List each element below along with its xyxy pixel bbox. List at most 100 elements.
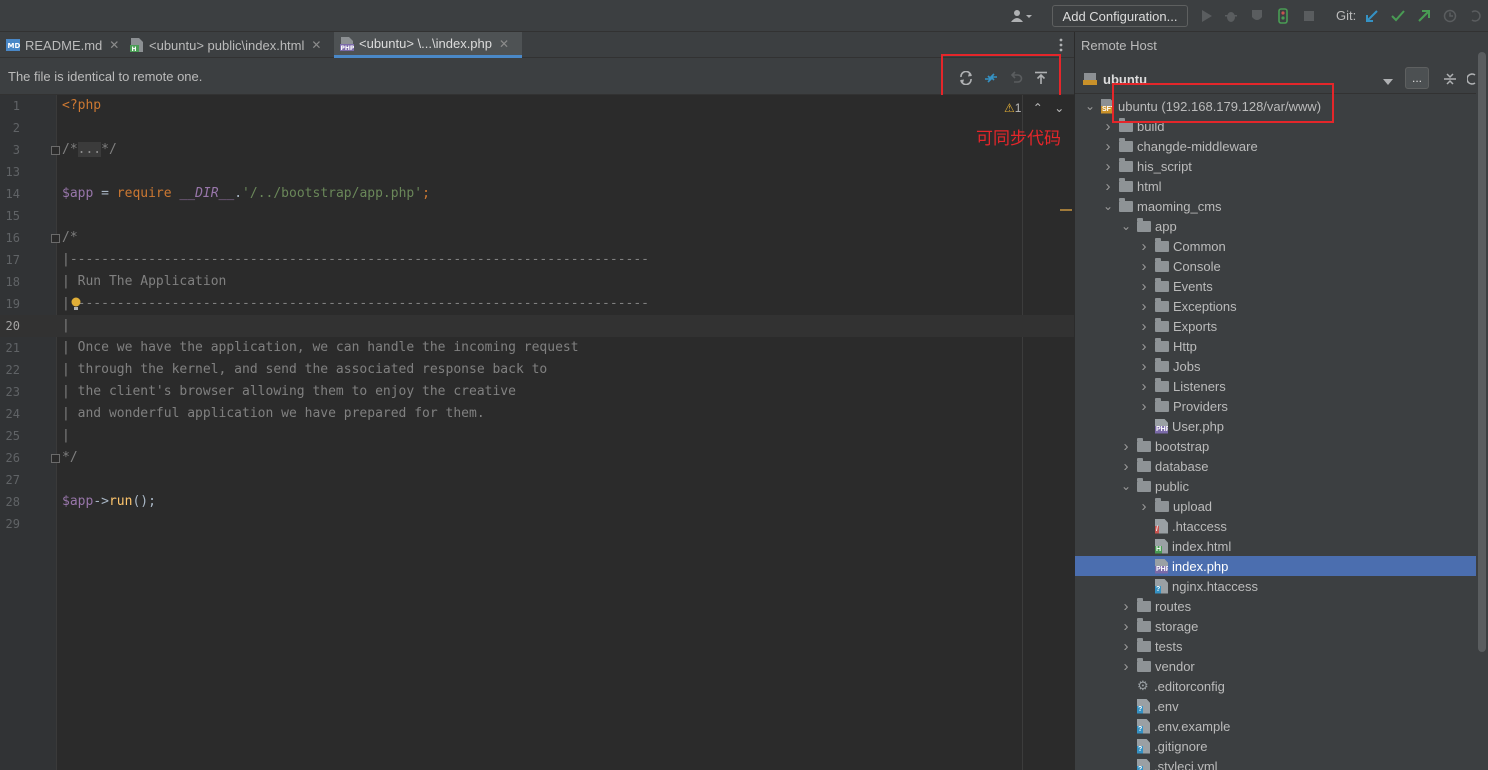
php-file-icon: PHP — [1155, 418, 1168, 434]
tree-file-row[interactable]: ? nginx.htaccess — [1075, 576, 1477, 596]
tree-folder-row[interactable]: › routes — [1075, 596, 1477, 616]
lightbulb-icon[interactable] — [70, 297, 82, 314]
tree-folder-row[interactable]: › storage — [1075, 616, 1477, 636]
coverage-icon[interactable] — [1248, 0, 1266, 32]
tree-file-row[interactable]: ? .gitignore — [1075, 736, 1477, 756]
close-icon[interactable]: ✕ — [311, 38, 321, 52]
tree-folder-row[interactable]: › Events — [1075, 276, 1477, 296]
chevron-right-icon[interactable]: › — [1119, 658, 1133, 675]
chevron-down-icon[interactable]: ⌄ — [1119, 219, 1133, 233]
chevron-right-icon[interactable]: › — [1119, 618, 1133, 635]
tree-folder-row[interactable]: › database — [1075, 456, 1477, 476]
more-vertical-icon[interactable] — [1058, 37, 1064, 53]
fold-toggle-icon[interactable] — [51, 146, 60, 155]
chevron-right-icon[interactable]: › — [1137, 398, 1151, 415]
tree-folder-row[interactable]: › upload — [1075, 496, 1477, 516]
chevron-down-icon[interactable]: ⌄ — [1119, 479, 1133, 493]
tree-folder-row[interactable]: › Jobs — [1075, 356, 1477, 376]
chevron-right-icon[interactable]: › — [1101, 138, 1115, 155]
tab-index-html[interactable]: H <ubuntu> public\index.html ✕ — [124, 32, 332, 58]
tab-label: <ubuntu> \...\index.php — [359, 36, 492, 51]
tree-folder-row[interactable]: › Console — [1075, 256, 1477, 276]
folder-icon — [1137, 477, 1151, 492]
folder-icon — [1137, 437, 1151, 452]
chevron-right-icon[interactable]: › — [1137, 258, 1151, 275]
tree-file-row[interactable]: ? .env — [1075, 696, 1477, 716]
code-line: 29 — [5, 517, 20, 531]
tree-folder-row[interactable]: › Exceptions — [1075, 296, 1477, 316]
chevron-right-icon[interactable]: › — [1137, 298, 1151, 315]
git-push-icon[interactable] — [1414, 0, 1434, 32]
tree-folder-row[interactable]: › Listeners — [1075, 376, 1477, 396]
tab-readme[interactable]: MD README.md ✕ — [0, 32, 119, 58]
tree-file-row[interactable]: / .htaccess — [1075, 516, 1477, 536]
tree-folder-row[interactable]: ⌄ maoming_cms — [1075, 196, 1477, 216]
chevron-down-icon[interactable]: ⌄ — [1101, 199, 1115, 213]
code-line: 25 | — [5, 428, 70, 443]
tree-file-row[interactable]: PHP index.php — [1075, 556, 1477, 576]
git-update-icon[interactable] — [1362, 0, 1382, 32]
chevron-right-icon[interactable]: › — [1137, 498, 1151, 515]
stop-icon[interactable] — [1300, 0, 1318, 32]
tree-file-row[interactable]: Hindex.html — [1075, 536, 1477, 556]
folder-icon — [1155, 497, 1169, 512]
tree-file-row[interactable]: ⚙ .editorconfig — [1075, 676, 1477, 696]
add-configuration-button[interactable]: Add Configuration... — [1052, 5, 1188, 27]
chevron-right-icon[interactable]: › — [1101, 158, 1115, 175]
tree-folder-row[interactable]: › Http — [1075, 336, 1477, 356]
panel-scrollbar[interactable] — [1476, 32, 1488, 770]
tree-file-row[interactable]: PHP User.php — [1075, 416, 1477, 436]
tree-folder-row[interactable]: ⌄ app — [1075, 216, 1477, 236]
folder-icon — [1155, 257, 1169, 272]
rollback-icon[interactable] — [1466, 0, 1486, 32]
chevron-right-icon[interactable]: › — [1119, 438, 1133, 455]
tree-folder-row[interactable]: › tests — [1075, 636, 1477, 656]
fold-toggle-icon[interactable] — [51, 234, 60, 243]
git-commit-icon[interactable] — [1388, 0, 1408, 32]
tree-folder-row[interactable]: ⌄ public — [1075, 476, 1477, 496]
chevron-down-icon[interactable]: ⌄ — [1083, 99, 1097, 113]
tree-folder-row[interactable]: › bootstrap — [1075, 436, 1477, 456]
history-icon[interactable] — [1440, 0, 1460, 32]
code-editor[interactable]: ⚠1 ⌃ ⌄ 1 <?php 2 3 /*...*/ 13 14 $app = … — [0, 95, 1074, 770]
dropdown-arrow-icon[interactable] — [1383, 74, 1393, 89]
tree-file-row[interactable]: ? .env.example — [1075, 716, 1477, 736]
tree-item-label: Providers — [1173, 398, 1228, 414]
chevron-right-icon[interactable]: › — [1137, 378, 1151, 395]
chevron-right-icon[interactable]: › — [1119, 458, 1133, 475]
chevron-right-icon[interactable]: › — [1137, 338, 1151, 355]
scrollbar-thumb[interactable] — [1478, 52, 1486, 652]
config-file-icon: ? — [1137, 698, 1150, 714]
chevron-right-icon[interactable]: › — [1119, 638, 1133, 655]
tree-folder-row[interactable]: › Common — [1075, 236, 1477, 256]
profile-icon[interactable] — [1274, 0, 1292, 32]
tree-folder-row[interactable]: › changde-middleware — [1075, 136, 1477, 156]
fold-toggle-icon[interactable] — [51, 454, 60, 463]
code-line: 24 | and wonderful application we have p… — [5, 406, 485, 421]
chevron-right-icon[interactable]: › — [1137, 318, 1151, 335]
tab-label: README.md — [25, 37, 103, 53]
chevron-right-icon[interactable]: › — [1137, 358, 1151, 375]
browse-button[interactable]: ... — [1405, 67, 1429, 89]
chevron-right-icon[interactable]: › — [1101, 178, 1115, 195]
collapse-all-icon[interactable] — [1443, 72, 1457, 89]
tree-file-row[interactable]: ? .styleci.yml — [1075, 756, 1477, 770]
close-icon[interactable]: ✕ — [499, 37, 509, 51]
chevron-right-icon[interactable]: › — [1137, 238, 1151, 255]
folder-icon — [1137, 617, 1151, 632]
tab-index-php[interactable]: PHP <ubuntu> \...\index.php ✕ — [334, 32, 522, 58]
folder-icon — [1155, 277, 1169, 292]
tree-folder-row[interactable]: › Providers — [1075, 396, 1477, 416]
tree-folder-row[interactable]: › vendor — [1075, 656, 1477, 676]
chevron-right-icon[interactable]: › — [1137, 278, 1151, 295]
user-icon[interactable] — [1008, 0, 1036, 32]
tree-folder-row[interactable]: › Exports — [1075, 316, 1477, 336]
chevron-right-icon[interactable]: › — [1119, 598, 1133, 615]
main-toolbar: Add Configuration... Git: — [0, 0, 1488, 32]
debug-icon[interactable] — [1222, 0, 1240, 32]
folded-region[interactable]: ... — [77, 142, 102, 157]
tree-folder-row[interactable]: › html — [1075, 176, 1477, 196]
close-icon[interactable]: ✕ — [109, 38, 119, 52]
run-icon[interactable] — [1198, 0, 1216, 32]
tree-folder-row[interactable]: › his_script — [1075, 156, 1477, 176]
